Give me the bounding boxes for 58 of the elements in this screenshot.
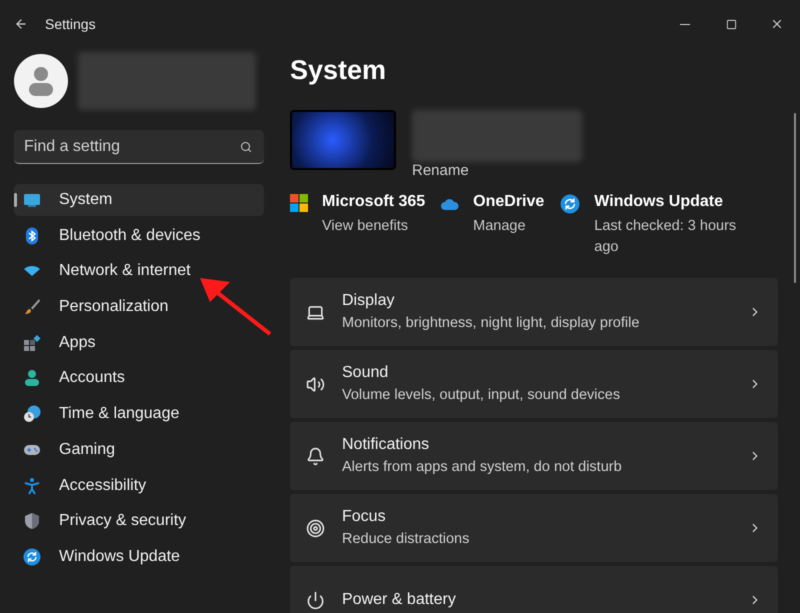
settings-card[interactable]: Focus Reduce distractions: [290, 494, 778, 562]
window-title: Settings: [45, 14, 96, 34]
power-icon: [306, 590, 325, 610]
person-silhouette-icon: [28, 66, 54, 96]
page-title: System: [290, 54, 388, 87]
quick-link-title[interactable]: OneDrive: [473, 190, 544, 214]
sidebar-item[interactable]: Accounts: [14, 362, 264, 394]
sidebar-item[interactable]: Time & language: [14, 398, 264, 430]
card-title: Display: [342, 291, 396, 312]
card-title: Focus: [342, 507, 387, 528]
quick-link-subtitle: View benefits: [322, 217, 409, 236]
annotation-arrow: [200, 276, 272, 336]
card-title: Notifications: [342, 435, 430, 456]
sidebar-item[interactable]: Bluetooth & devices: [14, 220, 264, 252]
close-icon: [770, 17, 784, 31]
maximize-icon: [726, 18, 736, 30]
selection-indicator: [14, 193, 17, 207]
quick-link-title[interactable]: Windows Update: [594, 190, 750, 214]
sidebar-item[interactable]: Personalization: [14, 291, 264, 324]
cloud-icon: [441, 198, 460, 210]
sync-icon: [23, 548, 41, 566]
settings-card[interactable]: Sound Volume levels, output, input, sound devices: [290, 350, 778, 418]
person-icon: [23, 369, 41, 388]
shield-icon: [23, 512, 41, 530]
sidebar-item[interactable]: Accessibility: [14, 470, 264, 502]
back-icon[interactable]: [14, 17, 28, 31]
speaker-icon: [306, 374, 325, 394]
sidebar-item[interactable]: Privacy & security: [14, 505, 264, 538]
sidebar-item[interactable]: Apps: [14, 326, 264, 359]
sidebar-item[interactable]: System: [14, 184, 264, 216]
accessibility-icon: [23, 476, 41, 494]
monitor-icon: [23, 191, 41, 209]
card-subtitle: Volume levels, output, input, sound devices: [342, 386, 622, 406]
search-field[interactable]: Find a setting: [14, 130, 264, 164]
bluetooth-icon: [23, 226, 41, 245]
quick-link-subtitle: Manage: [473, 217, 527, 236]
bell-icon: [306, 446, 325, 466]
settings-card[interactable]: Notifications Alerts from apps and system, do not disturb: [290, 422, 778, 490]
quick-link-subtitle: Last checked: 3 hours ago: [594, 217, 738, 257]
quick-link-title[interactable]: Microsoft 365: [322, 190, 426, 214]
four-squares-logo-icon: [290, 194, 308, 212]
card-subtitle: Alerts from apps and system, do not disturb: [342, 458, 623, 478]
card-title: Power & battery: [342, 590, 457, 610]
rename-link[interactable]: Rename: [412, 162, 582, 180]
sidebar-item[interactable]: Gaming: [14, 434, 264, 466]
sidebar-item[interactable]: Network & internet: [14, 255, 264, 288]
apps-icon: [23, 334, 41, 352]
card-subtitle: Monitors, brightness, night light, display profile: [342, 314, 640, 334]
target-icon: [306, 518, 325, 538]
settings-card[interactable]: Power & battery: [290, 566, 778, 613]
globe-clock-icon: [23, 405, 41, 424]
settings-card[interactable]: Display Monitors, brightness, night light, display profile: [290, 278, 778, 346]
sidebar-item[interactable]: Windows Update: [14, 540, 264, 573]
card-title: Sound: [342, 363, 390, 384]
search-icon: [240, 141, 252, 153]
sync-icon: [560, 194, 580, 214]
paintbrush-icon: [23, 298, 41, 316]
card-subtitle: Reduce distractions: [342, 530, 470, 550]
